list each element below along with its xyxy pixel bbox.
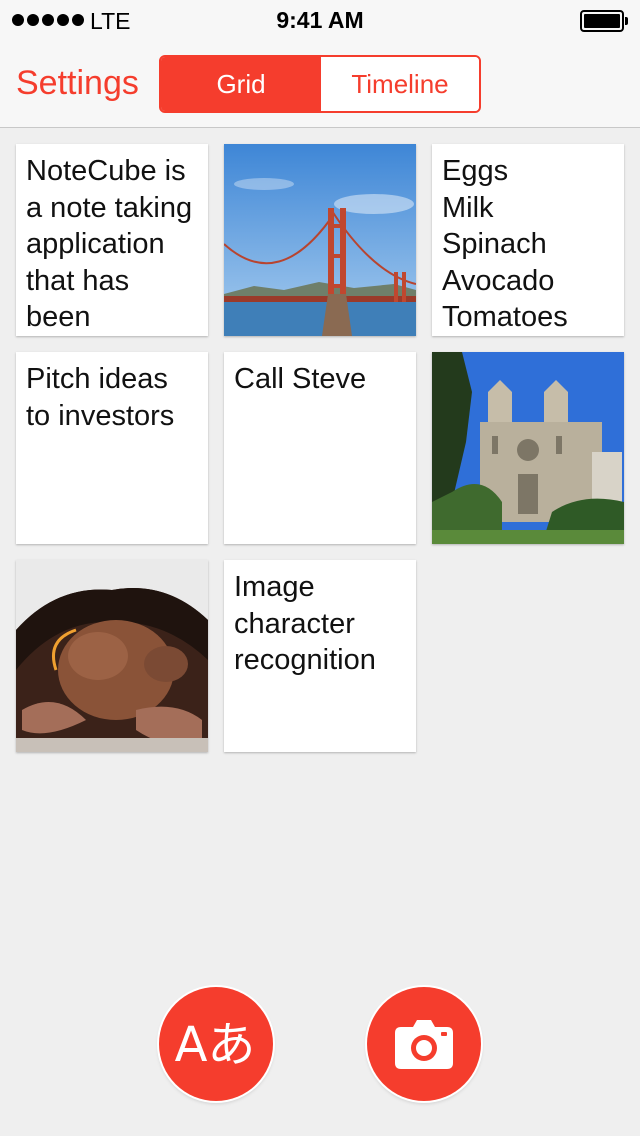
golden-gate-bridge-photo — [224, 144, 416, 336]
svg-text:Aあ: Aあ — [175, 1017, 256, 1073]
note-card-image-ice-cream[interactable] — [16, 560, 208, 752]
note-card-text[interactable]: Image character recognition — [224, 560, 416, 752]
cathedral-photo — [432, 352, 624, 544]
translate-button[interactable]: Aあ — [159, 987, 273, 1101]
chocolate-ice-cream-photo — [16, 560, 208, 752]
clock: 9:41 AM — [276, 7, 364, 33]
note-card-text[interactable]: Call Steve — [224, 352, 416, 544]
translate-icon: Aあ — [175, 1017, 256, 1073]
status-bar: LTE 9:41 AM — [0, 0, 640, 40]
note-text: Image character recognition — [234, 571, 376, 676]
note-card-text[interactable]: NoteCube is a note taking application th… — [16, 144, 208, 336]
note-card-text[interactable]: Eggs Milk Spinach Avocado Tomatoes — [432, 144, 624, 336]
camera-button[interactable] — [367, 987, 481, 1101]
note-text: NoteCube is a note taking application th… — [26, 155, 193, 333]
navigation-bar: Settings Grid Timeline — [0, 40, 640, 128]
segment-grid[interactable]: Grid — [161, 57, 321, 111]
settings-button[interactable]: Settings — [16, 64, 139, 103]
note-card-text[interactable]: Pitch ideas to investors — [16, 352, 208, 544]
battery-icon — [580, 10, 628, 32]
note-card-image-bridge[interactable] — [224, 144, 416, 336]
camera-icon — [395, 1020, 453, 1069]
segment-timeline[interactable]: Timeline — [321, 57, 479, 111]
view-mode-segmented-control: Grid Timeline — [159, 55, 481, 113]
note-text: Eggs Milk Spinach Avocado Tomatoes — [442, 155, 568, 333]
note-text: Pitch ideas to investors — [26, 363, 175, 432]
note-text: Call Steve — [234, 363, 367, 395]
note-card-image-cathedral[interactable] — [432, 352, 624, 544]
